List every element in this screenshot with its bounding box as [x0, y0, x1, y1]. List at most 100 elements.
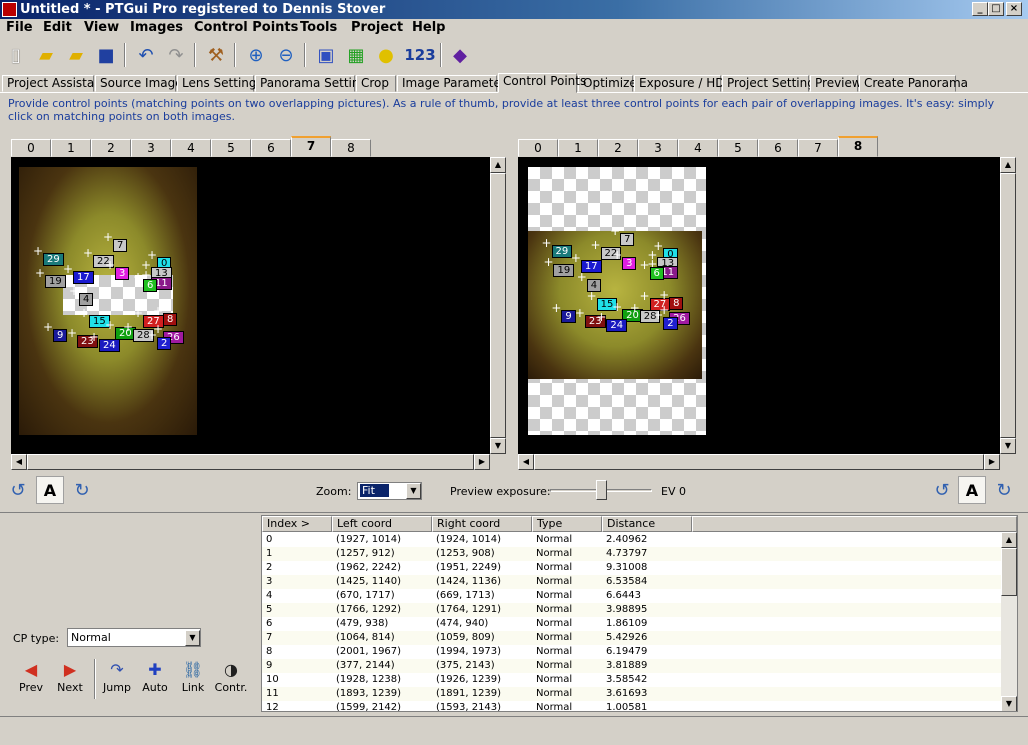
scroll-thumb[interactable]	[27, 454, 474, 470]
tab-create-panorama[interactable]: Create Panorama	[859, 75, 968, 92]
tab-crop[interactable]: Crop	[356, 75, 396, 92]
scroll-up-icon[interactable]: ▲	[1001, 532, 1017, 548]
table-icon[interactable]: ▦	[342, 41, 370, 69]
left-image-tab[interactable]: 4	[171, 139, 211, 157]
control-point-label[interactable]: 2	[157, 337, 172, 350]
undo-icon[interactable]: ↶	[132, 41, 160, 69]
col-right-coord[interactable]: Right coord	[432, 516, 532, 532]
control-point-label[interactable]: 3	[622, 257, 637, 270]
scroll-thumb[interactable]	[1001, 548, 1017, 596]
control-point-crosshair[interactable]: +	[63, 263, 73, 275]
cp-type-select[interactable]: Normal ▼	[67, 628, 201, 647]
control-point-label[interactable]: 7	[620, 232, 635, 246]
control-point-crosshair[interactable]: +	[69, 285, 79, 297]
scroll-left-icon[interactable]: ◀	[11, 454, 27, 470]
tab-exposure-hdr[interactable]: Exposure / HDR	[634, 75, 733, 92]
control-point-crosshair[interactable]: +	[543, 256, 553, 268]
control-point-label[interactable]: 17	[73, 271, 94, 284]
menu-view[interactable]: View	[84, 20, 119, 35]
scroll-right-icon[interactable]: ▶	[984, 454, 1000, 470]
left-image-tab-active[interactable]: 7	[291, 136, 331, 157]
next-button[interactable]: ▶ Next	[52, 659, 88, 701]
scroll-thumb[interactable]	[534, 454, 984, 470]
close-button[interactable]: ×	[1006, 2, 1022, 16]
col-distance[interactable]: Distance	[602, 516, 692, 532]
right-image-tab-active[interactable]: 8	[838, 136, 878, 157]
left-image-tab[interactable]: 6	[251, 139, 291, 157]
tab-project-settings[interactable]: Project Settings	[722, 75, 821, 92]
tab-preview[interactable]: Preview	[810, 75, 862, 92]
left-image-viewer[interactable]: 7 +29 +22 +0 +17 +3 +13 +19 +11 +4 +15 +27 +8 +9 +20 +2…	[11, 157, 490, 454]
control-point-crosshair[interactable]: +	[83, 247, 93, 259]
control-point-label[interactable]: 19	[553, 263, 575, 277]
table-row[interactable]: 4 (670, 1717) (669, 1713) Normal 6.6443	[262, 589, 1002, 603]
menu-file[interactable]: File	[6, 20, 33, 35]
tab-lens-settings[interactable]: Lens Settings	[177, 75, 263, 92]
left-image-tab[interactable]: 0	[11, 139, 51, 157]
tab-project-assistant[interactable]: Project Assistant	[2, 75, 107, 92]
open-folder-icon[interactable]: ▰	[32, 41, 60, 69]
control-points-table[interactable]: Index > Left coord Right coord Type Dist…	[261, 515, 1018, 712]
control-point-crosshair[interactable]: +	[43, 321, 53, 333]
right-image-tab[interactable]: 1	[558, 139, 598, 157]
table-row[interactable]: 0 (1927, 1014) (1924, 1014) Normal 2.40962	[262, 533, 1002, 547]
control-point-crosshair[interactable]: +	[612, 301, 622, 313]
control-point-label[interactable]: 24	[606, 318, 628, 332]
scroll-up-icon[interactable]: ▲	[1000, 157, 1016, 173]
table-row[interactable]: 8 (2001, 1967) (1994, 1973) Normal 6.19479	[262, 645, 1002, 659]
chevron-down-icon[interactable]: ▼	[185, 630, 200, 646]
left-horizontal-scrollbar[interactable]: ◀ ▶	[11, 454, 490, 470]
right-image-tab[interactable]: 5	[718, 139, 758, 157]
control-point-crosshair[interactable]: +	[133, 307, 143, 319]
menu-help[interactable]: Help	[412, 20, 445, 35]
auto-button[interactable]: ✚ Auto	[137, 659, 173, 701]
control-point-label[interactable]: 9	[561, 310, 576, 324]
rotate-right-icon[interactable]: ↻	[990, 476, 1018, 504]
control-point-crosshair[interactable]: +	[105, 319, 115, 331]
control-point-crosshair[interactable]: +	[133, 271, 143, 283]
tab-image-parameters[interactable]: Image Parameters	[397, 75, 512, 92]
control-point-label[interactable]: 8	[669, 296, 684, 310]
control-point-crosshair[interactable]: +	[33, 245, 43, 257]
control-point-crosshair[interactable]: +	[640, 259, 650, 271]
right-image-tab[interactable]: 6	[758, 139, 798, 157]
control-point-crosshair[interactable]: +	[577, 271, 587, 283]
rotate-left-icon[interactable]: ↺	[928, 476, 956, 504]
control-point-label[interactable]: 6	[143, 279, 158, 292]
control-point-label[interactable]: 19	[45, 275, 66, 288]
table-row[interactable]: 7 (1064, 814) (1059, 809) Normal 5.42926	[262, 631, 1002, 645]
panorama-editor-icon[interactable]: ▣	[312, 41, 340, 69]
control-point-crosshair[interactable]: +	[153, 305, 163, 317]
minimize-button[interactable]: _	[972, 2, 988, 16]
rotate-left-icon[interactable]: ↺	[4, 476, 32, 504]
rotate-right-icon[interactable]: ↻	[68, 476, 96, 504]
control-point-label[interactable]: 29	[551, 244, 573, 258]
right-image-tab[interactable]: 0	[518, 139, 558, 157]
save-icon[interactable]: ■	[92, 41, 120, 69]
batch-number-button[interactable]: 123	[404, 41, 436, 69]
table-row[interactable]: 1 (1257, 912) (1253, 908) Normal 4.73797	[262, 547, 1002, 561]
new-file-icon[interactable]: ▯	[2, 41, 30, 69]
table-row[interactable]: 10 (1928, 1238) (1926, 1239) Normal 3.58542	[262, 673, 1002, 687]
col-left-coord[interactable]: Left coord	[332, 516, 432, 532]
table-row[interactable]: 5 (1766, 1292) (1764, 1291) Normal 3.98895	[262, 603, 1002, 617]
right-image-tab[interactable]: 7	[798, 139, 838, 157]
menu-project[interactable]: Project	[351, 20, 403, 35]
scroll-down-icon[interactable]: ▼	[1000, 438, 1016, 454]
scroll-right-icon[interactable]: ▶	[474, 454, 490, 470]
control-point-crosshair[interactable]: +	[575, 307, 585, 319]
auto-align-right-button[interactable]: A	[958, 476, 986, 504]
control-point-crosshair[interactable]: +	[79, 307, 89, 319]
control-point-label[interactable]: 9	[53, 329, 68, 342]
col-index[interactable]: Index >	[262, 516, 332, 532]
tab-panorama-settings[interactable]: Panorama Settings	[255, 75, 373, 92]
control-point-crosshair[interactable]: +	[147, 329, 157, 341]
control-point-crosshair[interactable]: +	[653, 309, 663, 321]
control-point-label[interactable]: 3	[115, 267, 130, 280]
control-point-crosshair[interactable]: +	[587, 290, 597, 302]
menu-images[interactable]: Images	[130, 20, 183, 35]
menu-tools[interactable]: Tools	[300, 20, 337, 35]
scroll-down-icon[interactable]: ▼	[1001, 696, 1017, 711]
left-image-tab[interactable]: 2	[91, 139, 131, 157]
chevron-down-icon[interactable]: ▼	[406, 483, 421, 499]
